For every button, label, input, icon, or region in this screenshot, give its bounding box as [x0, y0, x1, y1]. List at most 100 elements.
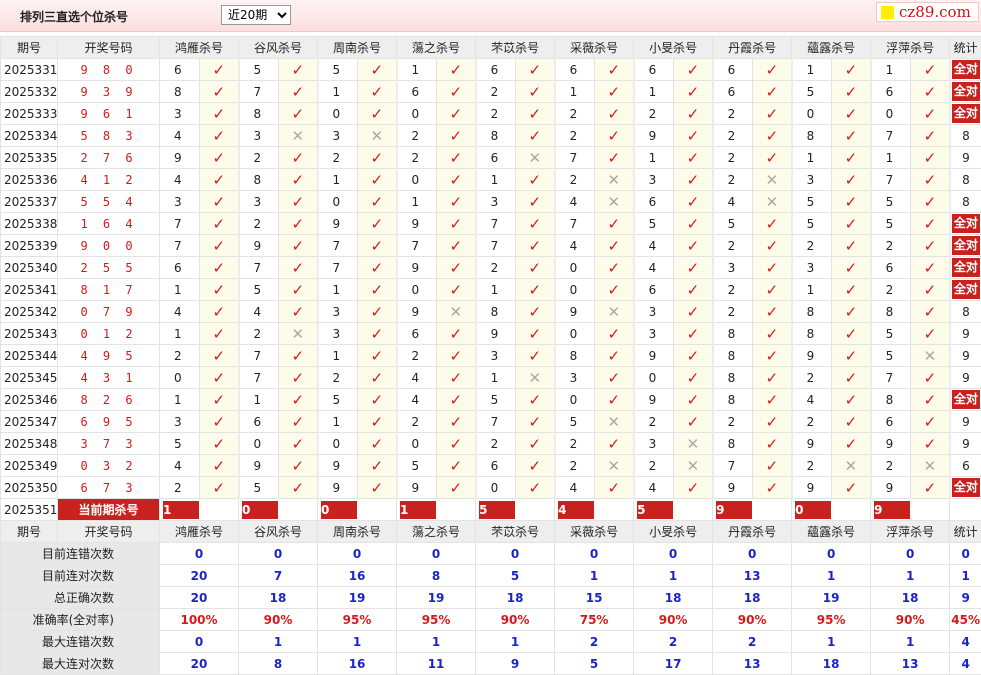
check-icon: ✓	[450, 215, 463, 233]
issue-cell: 2025342	[1, 301, 58, 323]
mark-cell: ✓	[200, 169, 239, 191]
kill-number: 9	[792, 477, 832, 499]
mark-cell: ✓	[753, 433, 792, 455]
kill-number: 7	[476, 411, 516, 433]
table-row: 20253418 1 71✓5✓1✓0✓1✓0✓6✓2✓1✓2✓全对	[1, 279, 981, 301]
check-icon: ✓	[529, 237, 542, 255]
current-kill-number: 1	[163, 501, 199, 519]
kill-number: 2	[555, 455, 595, 477]
mark-cell: ✕	[279, 323, 318, 345]
col-expert: 谷风杀号	[239, 521, 318, 543]
kill-number: 6	[634, 279, 674, 301]
stats-value: 90%	[476, 609, 555, 631]
top-bar: 排列三直选个位杀号 近20期 cz89.com	[0, 0, 981, 32]
stat-cell: 9	[950, 433, 981, 455]
current-kill-cell: 5	[476, 499, 555, 521]
mark-cell: ✓	[753, 213, 792, 235]
kill-number: 2	[555, 125, 595, 147]
issue-cell: 2025341	[1, 279, 58, 301]
mark-cell: ✓	[279, 477, 318, 499]
kill-number: 1	[476, 169, 516, 191]
kill-number: 5	[871, 345, 911, 367]
stats-value: 0	[555, 543, 634, 565]
site-logo[interactable]: cz89.com	[876, 2, 979, 22]
mark-cell: ✓	[358, 279, 397, 301]
mark-cell: ✓	[753, 125, 792, 147]
all-correct-badge: 全对	[952, 390, 980, 409]
stats-value: 1	[950, 565, 981, 587]
mark-cell: ✓	[911, 147, 950, 169]
check-icon: ✓	[212, 105, 225, 123]
mark-cell: ✓	[516, 213, 555, 235]
all-correct-badge: 全对	[952, 104, 980, 123]
kill-number: 0	[239, 433, 279, 455]
stats-value: 18	[713, 587, 792, 609]
check-icon: ✓	[687, 171, 700, 189]
all-correct-badge: 全对	[952, 82, 980, 101]
kill-number: 6	[476, 59, 516, 81]
check-icon: ✓	[450, 237, 463, 255]
period-select[interactable]: 近20期	[221, 5, 291, 25]
check-icon: ✓	[291, 281, 304, 299]
check-icon: ✓	[450, 435, 463, 453]
check-icon: ✓	[291, 391, 304, 409]
mark-cell: ✓	[358, 81, 397, 103]
check-icon: ✓	[845, 105, 858, 123]
kill-number: 5	[239, 59, 279, 81]
check-icon: ✓	[845, 391, 858, 409]
check-icon: ✓	[529, 303, 542, 321]
draw-code: 4 9 5	[58, 345, 160, 367]
stats-value: 9	[476, 653, 555, 675]
col-expert: 浮萍杀号	[871, 37, 950, 59]
mark-cell: ✓	[832, 147, 871, 169]
kill-number: 6	[871, 81, 911, 103]
kill-number: 6	[239, 411, 279, 433]
kill-number: 6	[634, 191, 674, 213]
kill-number: 4	[397, 367, 437, 389]
col-expert: 小旻杀号	[634, 521, 713, 543]
current-kill-number: 9	[716, 501, 752, 519]
kill-number: 2	[713, 103, 753, 125]
kill-number: 3	[634, 433, 674, 455]
check-icon: ✓	[766, 149, 779, 167]
draw-code: 8 1 7	[58, 279, 160, 301]
col-expert: 谷风杀号	[239, 37, 318, 59]
mark-cell: ✓	[595, 477, 634, 499]
stat-cell: 全对	[950, 477, 981, 499]
check-icon: ✓	[924, 149, 937, 167]
check-icon: ✓	[687, 413, 700, 431]
mark-cell: ✓	[358, 433, 397, 455]
kill-number: 1	[555, 81, 595, 103]
kill-number: 8	[713, 323, 753, 345]
mark-cell: ✕	[595, 301, 634, 323]
kill-number: 1	[318, 81, 358, 103]
mark-cell: ✓	[595, 125, 634, 147]
cross-icon: ✕	[608, 457, 621, 475]
check-icon: ✓	[212, 171, 225, 189]
mark-cell: ✕	[753, 191, 792, 213]
check-icon: ✓	[766, 215, 779, 233]
issue-cell: 2025345	[1, 367, 58, 389]
stats-value: 1	[555, 565, 634, 587]
kill-number: 6	[713, 59, 753, 81]
mark-cell: ✓	[832, 411, 871, 433]
stats-value: 1	[318, 631, 397, 653]
table-row: 20253399 0 07✓9✓7✓7✓7✓4✓4✓2✓2✓2✓全对	[1, 235, 981, 257]
all-correct-badge: 全对	[952, 60, 980, 79]
issue-cell: 2025331	[1, 59, 58, 81]
kill-number: 2	[160, 345, 200, 367]
current-kill-number: 0	[242, 501, 278, 519]
draw-code: 3 7 3	[58, 433, 160, 455]
check-icon: ✓	[766, 413, 779, 431]
kill-number: 1	[634, 81, 674, 103]
check-icon: ✓	[924, 303, 937, 321]
check-icon: ✓	[450, 369, 463, 387]
table-row: 20253490 3 24✓9✓9✓5✓6✓2✕2✕7✓2✕2✕6	[1, 455, 981, 477]
stats-value: 20	[160, 565, 239, 587]
cross-icon: ✕	[291, 325, 304, 343]
kill-number: 0	[160, 367, 200, 389]
kill-number: 6	[634, 59, 674, 81]
mark-cell: ✓	[832, 213, 871, 235]
check-icon: ✓	[291, 215, 304, 233]
check-icon: ✓	[766, 259, 779, 277]
